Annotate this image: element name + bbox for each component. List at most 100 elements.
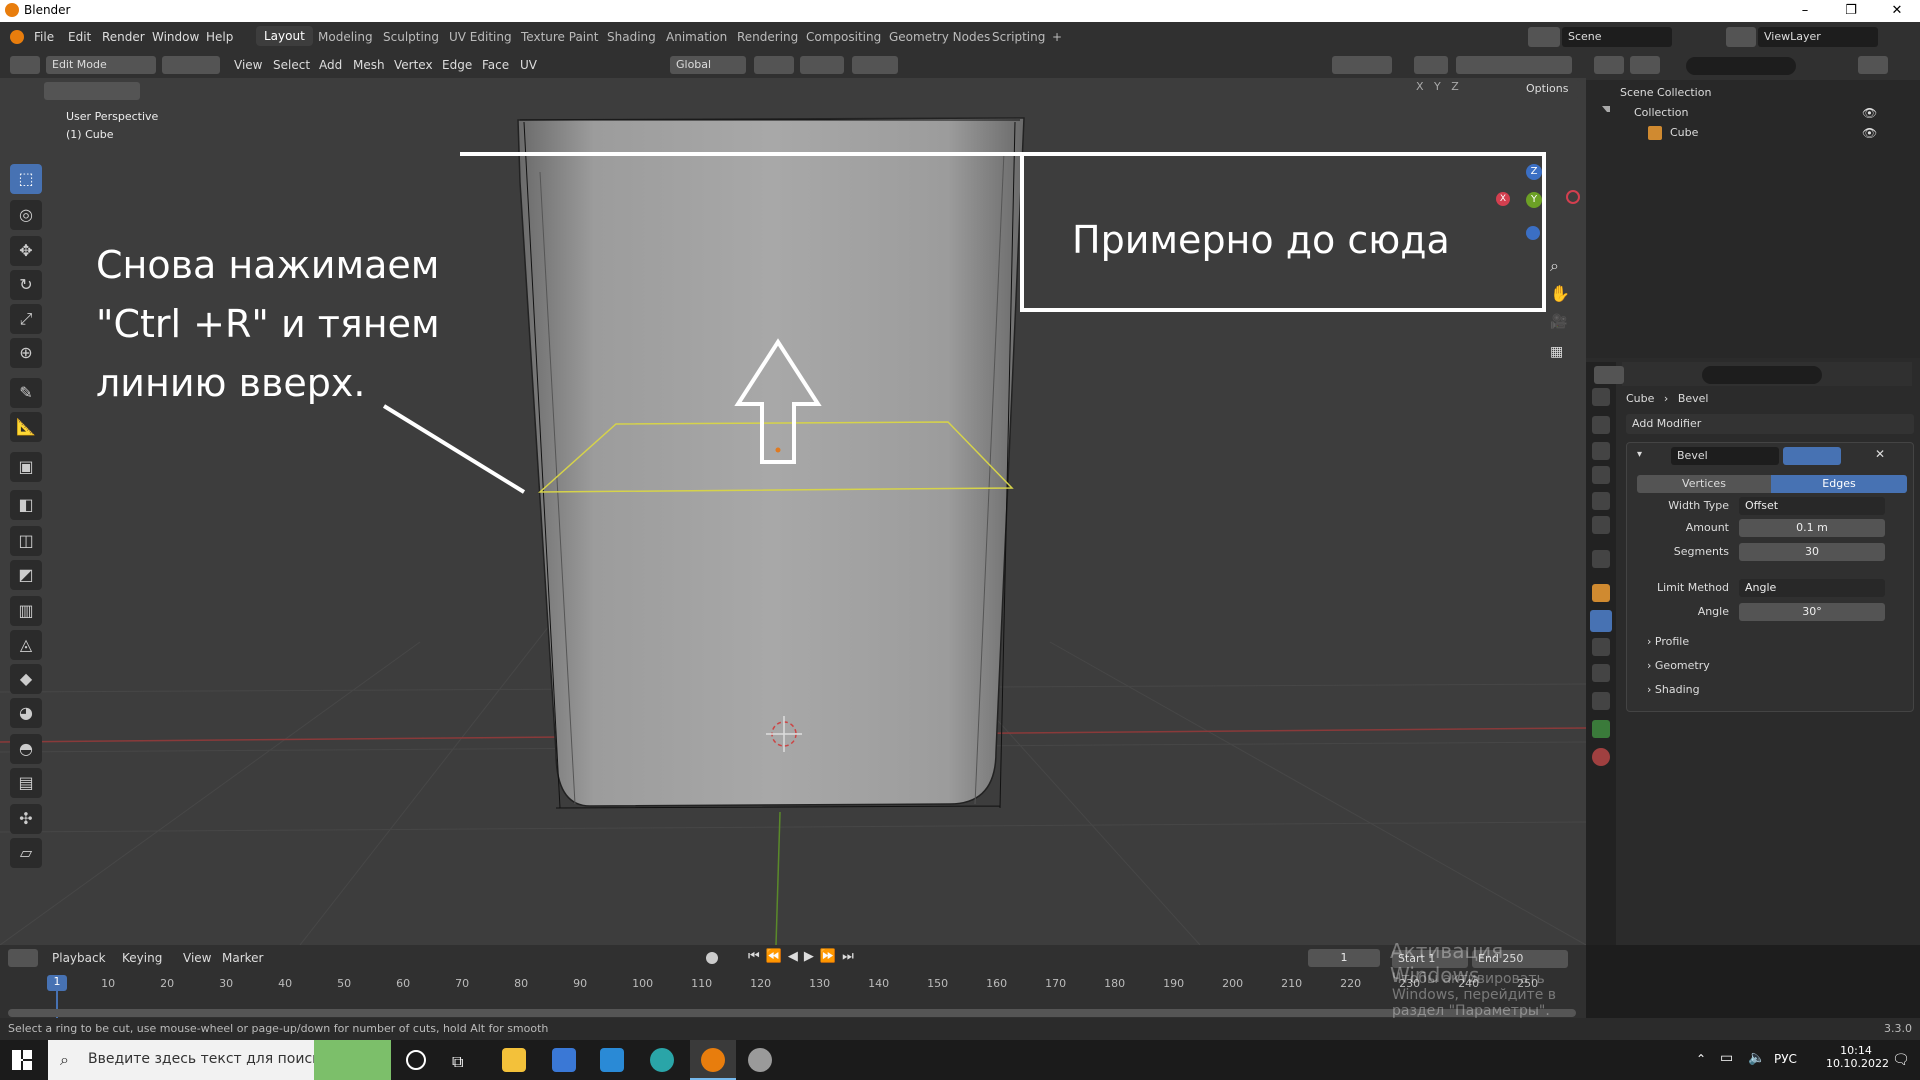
snap-button[interactable] <box>800 56 844 74</box>
vp-menu-view[interactable]: View <box>234 58 262 72</box>
spin-tool-icon[interactable]: ◕ <box>10 698 42 728</box>
tool-tab-icon[interactable] <box>1592 388 1610 406</box>
move-tool-icon[interactable]: ✥ <box>10 236 42 266</box>
annotate-tool-icon[interactable]: ✎ <box>10 378 42 408</box>
gizmo-neg-z-axis[interactable] <box>1526 226 1540 240</box>
vp-menu-mesh[interactable]: Mesh <box>353 58 385 72</box>
shading-subpanel[interactable]: › Shading <box>1647 683 1700 696</box>
world-tab-icon[interactable] <box>1592 516 1610 534</box>
navigation-gizmo[interactable]: Z Y X ⌕ ✋ 🎥 ▦ <box>1480 112 1580 372</box>
modifier-tab-icon[interactable] <box>1590 610 1612 632</box>
collapse-collection-icon[interactable] <box>1602 106 1610 114</box>
options-dropdown[interactable]: Options <box>1520 80 1580 98</box>
filter-icon[interactable] <box>1858 56 1888 74</box>
menu-render[interactable]: Render <box>102 30 145 44</box>
tab-texture-paint[interactable]: Texture Paint <box>521 30 598 44</box>
pan-hand-icon[interactable]: ✋ <box>1550 284 1570 303</box>
current-frame-field[interactable]: 1 <box>1308 949 1380 967</box>
particles-tab-icon[interactable] <box>1592 638 1610 656</box>
outliner-editor-icon[interactable] <box>1594 56 1624 74</box>
mail-icon[interactable] <box>600 1048 624 1072</box>
scene-tab-icon[interactable] <box>1592 492 1610 510</box>
smooth-tool-icon[interactable]: ◓ <box>10 734 42 764</box>
zoom-icon[interactable]: ⌕ <box>1550 256 1559 276</box>
display-mode-icon[interactable] <box>1630 56 1660 74</box>
clock[interactable]: 10:14 10.10.2022 <box>1826 1044 1889 1070</box>
mode-select[interactable]: Edit Mode <box>46 56 156 74</box>
vp-menu-select[interactable]: Select <box>273 58 310 72</box>
modifier-visibility-toggles[interactable] <box>1783 447 1841 465</box>
timeline-ruler[interactable]: 1102030405060708090100110120130140150160… <box>0 975 1586 997</box>
shading-mode-buttons[interactable] <box>1456 56 1572 74</box>
mirror-axes[interactable]: X Y Z <box>1416 80 1476 98</box>
view-layer-tab-icon[interactable] <box>1592 466 1610 484</box>
inset-tool-icon[interactable]: ◫ <box>10 526 42 556</box>
profile-subpanel[interactable]: › Profile <box>1647 635 1689 648</box>
amount-field[interactable]: 0.1 m <box>1739 519 1885 537</box>
ms-store-icon[interactable] <box>552 1048 576 1072</box>
task-view-icon[interactable]: ⧉ <box>452 1052 463 1072</box>
cube-visibility-eye-icon[interactable]: 👁 <box>1862 126 1877 140</box>
blender-menu-icon[interactable] <box>10 30 24 44</box>
menu-file[interactable]: File <box>34 30 54 44</box>
selection-mode-buttons[interactable] <box>40 82 150 106</box>
scene-icon[interactable] <box>1528 27 1560 47</box>
tab-layout[interactable]: Layout <box>256 26 313 46</box>
3d-viewport[interactable]: Edit Mode View Select Add Mesh Vertex Ed… <box>0 52 1586 945</box>
windows-start-icon[interactable] <box>12 1050 32 1070</box>
maximize-button[interactable]: ❐ <box>1828 0 1874 22</box>
paint-app-icon[interactable] <box>748 1048 772 1072</box>
notifications-icon[interactable]: 🗨 <box>1892 1052 1910 1068</box>
language-indicator[interactable]: РУС <box>1774 1052 1797 1066</box>
remove-modifier-button[interactable]: ✕ <box>1875 447 1885 461</box>
timeline-menu-marker[interactable]: Marker <box>222 951 263 965</box>
properties-search-input[interactable] <box>1702 366 1822 384</box>
gizmo-y-axis[interactable]: Y <box>1526 192 1542 208</box>
extrude-tool-icon[interactable]: ◧ <box>10 490 42 520</box>
tab-animation[interactable]: Animation <box>666 30 727 44</box>
select-box-tool-icon[interactable]: ⬚ <box>10 164 42 194</box>
loop-cut-tool-icon[interactable]: ▥ <box>10 596 42 626</box>
edge-slide-tool-icon[interactable]: ▤ <box>10 768 42 798</box>
outliner-collection[interactable]: Collection <box>1634 106 1688 119</box>
vp-menu-face[interactable]: Face <box>482 58 509 72</box>
menu-window[interactable]: Window <box>152 30 199 44</box>
knife-tool-icon[interactable]: ◬ <box>10 630 42 660</box>
collapse-modifier-icon[interactable]: ▾ <box>1637 449 1642 460</box>
tab-modeling[interactable]: Modeling <box>318 30 373 44</box>
minimize-button[interactable]: – <box>1782 0 1828 22</box>
bevel-tool-icon[interactable]: ◩ <box>10 560 42 590</box>
close-button[interactable]: ✕ <box>1874 0 1920 22</box>
object-tab-icon[interactable] <box>1592 584 1610 602</box>
tab-rendering[interactable]: Rendering <box>737 30 798 44</box>
axis-x-toggle[interactable]: X <box>1416 80 1424 93</box>
rotate-tool-icon[interactable]: ↻ <box>10 270 42 300</box>
timeline-menu-view[interactable]: View <box>183 951 211 965</box>
physics-tab-icon[interactable] <box>1592 664 1610 682</box>
render-tab-icon[interactable] <box>1592 416 1610 434</box>
shrink-fatten-tool-icon[interactable]: ✣ <box>10 804 42 834</box>
editor-type-icon[interactable] <box>10 56 40 74</box>
edge-browser-icon[interactable] <box>650 1048 674 1072</box>
auto-keying-icon[interactable] <box>706 952 718 964</box>
outliner-search-input[interactable] <box>1686 57 1796 75</box>
output-tab-icon[interactable] <box>1592 442 1610 460</box>
add-cube-tool-icon[interactable]: ▣ <box>10 452 42 482</box>
visibility-eye-icon[interactable]: 👁 <box>1862 106 1877 120</box>
blender-taskbar-active[interactable] <box>690 1040 736 1080</box>
tray-chevron-icon[interactable]: ⌃ <box>1696 1052 1706 1066</box>
angle-field[interactable]: 30° <box>1739 603 1885 621</box>
modifier-name-input[interactable]: Bevel <box>1671 447 1779 465</box>
properties-editor-icon[interactable] <box>1594 366 1624 384</box>
gizmo-x-axis[interactable]: X <box>1496 192 1510 206</box>
add-modifier-dropdown[interactable]: Add Modifier <box>1626 414 1914 434</box>
gizmo-overlay-buttons[interactable] <box>1332 56 1392 74</box>
overlay-button[interactable] <box>1414 56 1448 74</box>
material-tab-icon[interactable] <box>1592 748 1610 766</box>
gizmo-neg-x-axis[interactable] <box>1566 190 1580 204</box>
file-explorer-icon[interactable] <box>502 1048 526 1072</box>
vp-menu-uv[interactable]: UV <box>520 58 537 72</box>
tab-geometry-nodes[interactable]: Geometry Nodes <box>889 30 990 44</box>
axis-z-toggle[interactable]: Z <box>1451 80 1459 93</box>
vp-menu-add[interactable]: Add <box>319 58 342 72</box>
